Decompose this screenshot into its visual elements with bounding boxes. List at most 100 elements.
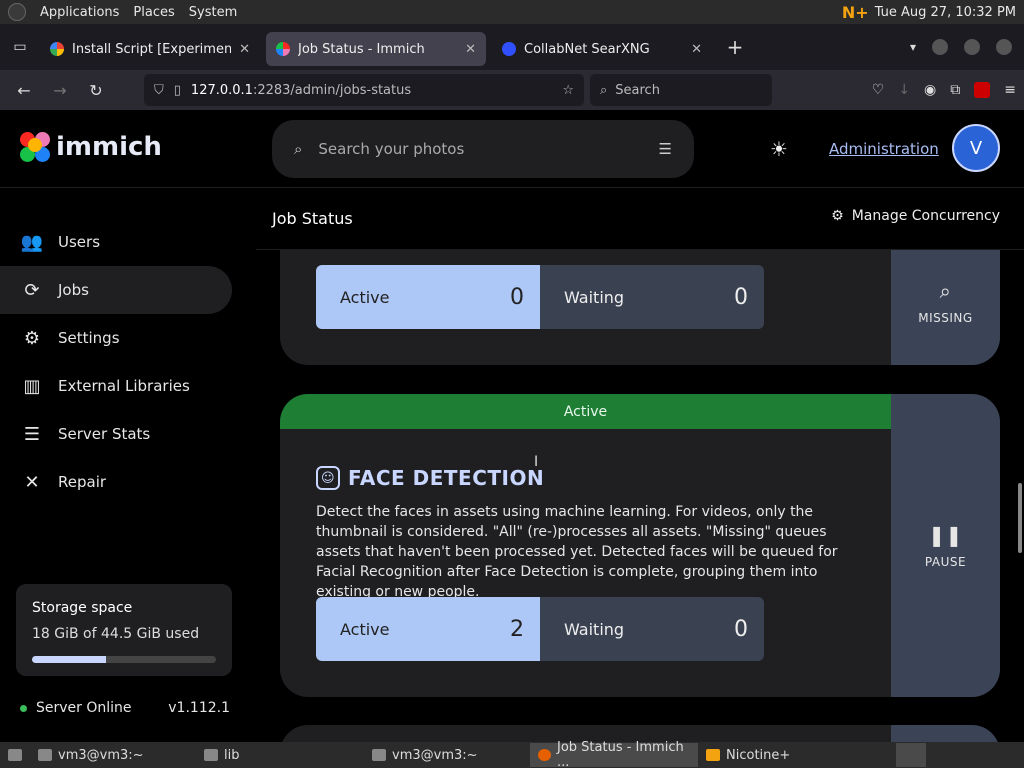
tab-job-status[interactable]: Job Status - Immich ✕ xyxy=(266,32,486,66)
sidebar-item-external-libraries[interactable]: ▥ External Libraries xyxy=(0,362,232,410)
text-cursor-icon: I xyxy=(534,454,539,470)
back-arrow-icon[interactable]: ← xyxy=(6,74,42,106)
pause-button-label: PAUSE xyxy=(924,554,967,569)
firefox-icon xyxy=(538,749,551,761)
sidebar-item-label: Repair xyxy=(58,473,107,491)
close-icon[interactable]: ✕ xyxy=(239,42,250,57)
waiting-count-box: Waiting 0 xyxy=(540,265,764,329)
clock[interactable]: Tue Aug 27, 10:32 PM xyxy=(875,5,1016,20)
active-count: 0 xyxy=(510,284,524,310)
extensions-icon[interactable]: ⧉ xyxy=(950,82,960,98)
administration-link[interactable]: Administration xyxy=(829,140,939,158)
forward-arrow-icon[interactable]: → xyxy=(42,74,78,106)
os-logo-icon[interactable] xyxy=(8,3,26,21)
wrench-icon: ✕ xyxy=(24,471,40,493)
server-status-text: Server Online xyxy=(36,700,132,716)
ublock-icon[interactable] xyxy=(974,82,991,98)
avatar[interactable]: V xyxy=(952,124,1000,172)
searxng-favicon-icon xyxy=(502,42,516,56)
search-icon: ⌕ xyxy=(600,82,608,98)
new-tab-button[interactable]: + xyxy=(718,30,752,64)
library-icon: ▥ xyxy=(23,375,41,397)
immich-favicon-icon xyxy=(276,42,290,56)
taskbar-item-label: Nicotine+ xyxy=(726,747,791,763)
sidebar-item-server-stats[interactable]: ☰ Server Stats xyxy=(0,410,232,458)
bookmark-star-icon[interactable]: ☆ xyxy=(562,83,574,98)
taskbar-item-terminal[interactable]: vm3@vm3:~ xyxy=(30,743,196,767)
sidebar-item-label: Settings xyxy=(58,329,120,347)
pause-icon: ❚❚ xyxy=(928,522,963,547)
tab-searxng[interactable]: CollabNet SearXNG ✕ xyxy=(492,32,712,66)
photo-search-placeholder: Search your photos xyxy=(318,140,465,158)
sync-icon: ⟳ xyxy=(24,279,40,301)
missing-button-label: MISSING xyxy=(918,310,973,325)
manage-concurrency-label: Manage Concurrency xyxy=(851,208,1000,224)
tab-label: Job Status - Immich xyxy=(298,41,425,57)
sidebar-item-jobs[interactable]: ⟳ Jobs xyxy=(0,266,232,314)
chevron-down-icon[interactable]: ▾ xyxy=(910,40,916,54)
job-title-text: FACE DETECTION xyxy=(348,466,545,490)
immich-logo-icon xyxy=(20,132,50,162)
photo-search-bar[interactable]: ⌕ Search your photos ☰ xyxy=(272,120,694,178)
taskbar-item-terminal-2[interactable]: vm3@vm3:~ xyxy=(364,743,530,767)
os-top-panel: Applications Places System N+ Tue Aug 27… xyxy=(0,0,1024,24)
sidebar-item-settings[interactable]: ⚙ Settings xyxy=(0,314,232,362)
tab-overview-icon[interactable]: ▭ xyxy=(0,24,40,70)
pocket-icon[interactable]: ♡ xyxy=(872,82,885,98)
filter-options-icon[interactable]: ☰ xyxy=(659,140,672,158)
search-icon: ⌕ xyxy=(294,140,303,158)
sidebar-item-repair[interactable]: ✕ Repair xyxy=(0,458,232,506)
server-version[interactable]: v1.112.1 xyxy=(168,700,230,716)
sidebar-item-users[interactable]: 👥 Users xyxy=(0,218,232,266)
chrome-favicon-icon xyxy=(50,42,64,56)
close-icon[interactable]: ✕ xyxy=(691,42,702,57)
account-icon[interactable]: ◉ xyxy=(924,82,936,98)
menu-places[interactable]: Places xyxy=(133,5,174,20)
sun-theme-icon[interactable]: ☀ xyxy=(770,137,788,161)
maximize-button[interactable] xyxy=(964,39,980,55)
tab-install-script[interactable]: Install Script [Experimental] ✕ xyxy=(40,32,260,66)
face-detection-icon: ☺ xyxy=(316,466,340,490)
minimize-button[interactable] xyxy=(932,39,948,55)
image-search-icon: ⌕ xyxy=(939,278,952,303)
url-path: :2283/admin/jobs-status xyxy=(252,82,412,98)
workspace-switcher[interactable] xyxy=(896,743,926,767)
waiting-count: 0 xyxy=(734,616,748,642)
url-bar[interactable]: ⛉ ▯ 127.0.0.1:2283/admin/jobs-status ☆ xyxy=(144,74,584,106)
online-dot-icon xyxy=(20,704,27,712)
close-window-button[interactable] xyxy=(996,39,1012,55)
desktop-icon xyxy=(8,749,22,761)
hamburger-menu-icon[interactable]: ≡ xyxy=(1004,82,1016,98)
sidebar-item-label: Users xyxy=(58,233,101,251)
show-desktop-button[interactable] xyxy=(0,743,30,767)
immich-logo[interactable]: immich xyxy=(20,132,162,162)
waiting-count: 0 xyxy=(734,284,748,310)
web-search-box[interactable]: ⌕ Search xyxy=(590,74,772,106)
shield-icon[interactable]: ⛉ xyxy=(154,83,164,98)
taskbar-item-folder[interactable]: lib xyxy=(196,743,364,767)
menu-applications[interactable]: Applications xyxy=(40,5,119,20)
main-header: Job Status ⚙ Manage Concurrency xyxy=(256,188,1024,250)
active-count: 2 xyxy=(510,616,524,642)
taskbar-item-label: Job Status - Immich ... xyxy=(557,740,684,768)
close-icon[interactable]: ✕ xyxy=(465,42,476,57)
job-counts: Active 0 Waiting 0 xyxy=(316,265,764,329)
waiting-label: Waiting xyxy=(564,287,625,307)
manage-concurrency-button[interactable]: ⚙ Manage Concurrency xyxy=(831,208,1000,224)
nicotine-tray-icon[interactable]: N+ xyxy=(842,3,869,22)
tab-label: CollabNet SearXNG xyxy=(524,41,650,57)
taskbar-item-nicotine[interactable]: Nicotine+ xyxy=(698,743,878,767)
folder-icon xyxy=(204,749,218,761)
reload-icon[interactable]: ↻ xyxy=(78,74,114,106)
taskbar-item-firefox[interactable]: Job Status - Immich ... xyxy=(530,740,698,768)
job-title: ☺ FACE DETECTION xyxy=(316,466,544,490)
taskbar-item-label: lib xyxy=(224,747,240,763)
pause-button[interactable]: ❚❚ PAUSE xyxy=(891,394,1000,697)
server-status: Server Online v1.112.1 xyxy=(20,700,230,716)
scrollbar[interactable] xyxy=(1018,483,1022,553)
downloads-icon[interactable]: ↓ xyxy=(898,82,910,98)
menu-system[interactable]: System xyxy=(189,5,237,20)
job-action-button[interactable] xyxy=(891,725,1000,742)
sidebar-item-label: External Libraries xyxy=(58,377,190,395)
active-count-box: Active 0 xyxy=(316,265,540,329)
